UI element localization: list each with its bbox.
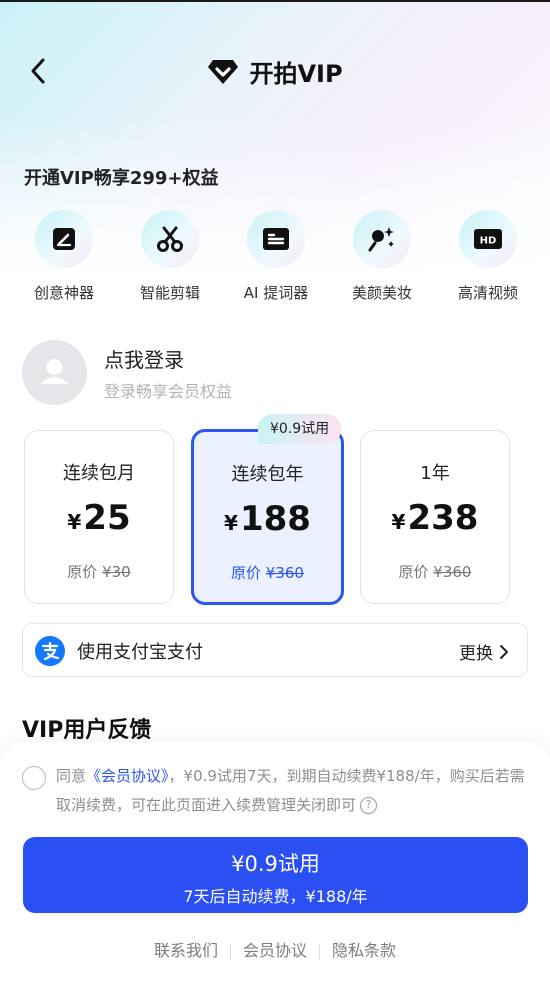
payment-method-label: 使用支付宝支付 xyxy=(77,642,203,663)
plan-original-price: 原价 ¥360 xyxy=(398,563,472,581)
contact-us-link[interactable]: 联系我们 xyxy=(154,941,218,960)
plan-name: 连续包月 xyxy=(63,463,135,484)
agreement-checkbox[interactable] xyxy=(22,766,46,790)
page-title-text: 开拍VIP xyxy=(249,60,343,88)
plan-name: 连续包年 xyxy=(231,464,304,485)
feature-item-beauty[interactable]: 美颜美妆 xyxy=(332,210,432,303)
feature-label: 高清视频 xyxy=(457,284,518,302)
login-subtitle: 登录畅享会员权益 xyxy=(104,382,233,401)
beauty-wand-icon xyxy=(353,210,411,268)
plan-card-monthly[interactable]: 连续包月 ¥25 原价 ¥30 xyxy=(24,430,174,604)
alipay-icon xyxy=(35,636,65,666)
navigation-bar: 开拍VIP xyxy=(0,44,550,100)
benefits-heading: 开通VIP畅享299+权益 xyxy=(24,168,219,189)
feature-item-hd-video[interactable]: HD 高清视频 xyxy=(438,210,538,303)
trial-purchase-button[interactable]: ¥0.9试用 7天后自动续费，¥188/年 xyxy=(23,837,528,913)
plan-price: ¥238 xyxy=(391,498,479,538)
login-title: 点我登录 xyxy=(104,348,184,372)
plan-card-one-year[interactable]: 1年 ¥238 原价 ¥360 xyxy=(360,430,510,604)
agreement-text: 同意《会员协议》，¥0.9试用7天，到期自动续费¥188/年，购买后若需取消续费… xyxy=(56,767,525,814)
teleprompter-icon xyxy=(247,210,305,268)
feature-label: 智能剪辑 xyxy=(139,284,200,302)
payment-method-row[interactable]: 使用支付宝支付 更换 xyxy=(22,623,528,677)
feature-item-smart-edit[interactable]: 智能剪辑 xyxy=(120,210,220,303)
divider xyxy=(229,944,231,959)
feedback-heading: VIP用户反馈 xyxy=(22,718,152,743)
plan-card-yearly-auto[interactable]: 连续包年 ¥188 原价 ¥360 xyxy=(191,429,344,605)
footer-links: 联系我们 会员协议 隐私条款 xyxy=(0,937,550,961)
status-bar xyxy=(0,0,550,2)
diamond-icon xyxy=(208,59,239,84)
svg-text:HD: HD xyxy=(480,236,497,247)
plan-original-price: 原价 ¥30 xyxy=(67,563,131,581)
plan-price: ¥188 xyxy=(224,499,311,539)
privacy-link[interactable]: 隐私条款 xyxy=(332,941,396,960)
help-icon[interactable]: ? xyxy=(360,797,378,814)
cta-primary-text: ¥0.9试用 xyxy=(231,852,320,876)
chevron-right-icon xyxy=(500,644,508,659)
feature-label: 创意神器 xyxy=(33,284,94,302)
plan-price: ¥25 xyxy=(67,498,131,538)
page-title: 开拍VIP xyxy=(207,54,343,89)
member-agreement-footer-link[interactable]: 会员协议 xyxy=(243,941,307,960)
feature-label: 美颜美妆 xyxy=(351,284,412,302)
scissors-icon xyxy=(141,210,199,268)
divider xyxy=(319,944,320,959)
hd-icon: HD xyxy=(459,210,517,268)
feature-list: 创意神器 智能剪辑 AI 提词器 美颜美妆 HD 高清视频 xyxy=(0,210,550,310)
plan-original-price: 原价 ¥360 xyxy=(231,564,304,582)
feature-item-creative[interactable]: 创意神器 xyxy=(14,210,114,303)
change-payment-label: 更换 xyxy=(459,644,493,664)
change-payment-button[interactable]: 更换 xyxy=(459,639,509,664)
magic-pen-icon xyxy=(35,210,93,268)
agreement-row: 同意《会员协议》，¥0.9试用7天，到期自动续费¥188/年，购买后若需取消续费… xyxy=(22,762,532,822)
avatar xyxy=(22,340,87,405)
login-prompt[interactable]: 点我登录 登录畅享会员权益 xyxy=(22,340,522,410)
trial-badge: ¥0.9试用 xyxy=(258,414,342,444)
plan-name: 1年 xyxy=(420,463,450,484)
purchase-sheet: 同意《会员协议》，¥0.9试用7天，到期自动续费¥188/年，购买后若需取消续费… xyxy=(0,742,550,984)
member-agreement-link[interactable]: 《会员协议》 xyxy=(86,767,169,785)
feature-item-teleprompter[interactable]: AI 提词器 xyxy=(226,210,326,303)
feature-label: AI 提词器 xyxy=(243,284,309,302)
cta-secondary-text: 7天后自动续费，¥188/年 xyxy=(183,887,368,906)
